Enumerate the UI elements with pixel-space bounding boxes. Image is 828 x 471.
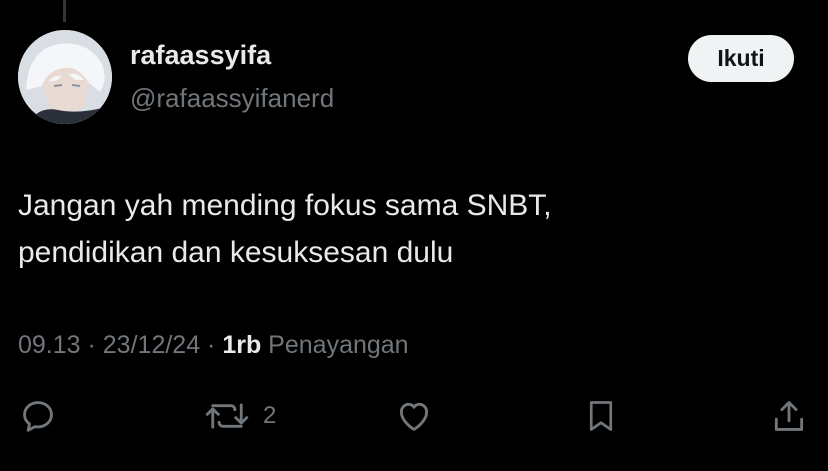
author-display-name[interactable]: rafaassyifa	[130, 40, 271, 71]
meta-separator: ·	[200, 331, 223, 359]
bookmark-icon	[589, 401, 613, 431]
follow-button[interactable]: Ikuti	[688, 35, 794, 82]
reply-button[interactable]	[19, 396, 57, 436]
reply-icon	[23, 401, 53, 432]
retweet-button[interactable]: 2	[203, 396, 276, 436]
like-button[interactable]	[394, 396, 434, 436]
meta-separator: ·	[80, 331, 103, 359]
tweet-text: Jangan yah mending fokus sama SNBT, pend…	[18, 189, 552, 269]
share-icon	[774, 401, 804, 431]
views-label: Penayangan	[261, 331, 409, 359]
share-button[interactable]	[770, 396, 808, 436]
views-count: 1rb	[222, 331, 262, 359]
heart-icon	[399, 402, 429, 431]
bookmark-button[interactable]	[583, 396, 619, 436]
retweet-count: 2	[263, 402, 277, 429]
avatar-image	[18, 30, 112, 124]
tweet-time[interactable]: 09.13	[18, 331, 81, 359]
avatar[interactable]	[18, 30, 112, 124]
tweet-meta: 09.13 · 23/12/24 · 1rb Penayangan	[18, 331, 409, 360]
retweet-icon	[205, 403, 249, 429]
author-handle[interactable]: @rafaassyifanerd	[130, 83, 334, 114]
thread-connector-line	[63, 0, 66, 22]
tweet-date[interactable]: 23/12/24	[103, 331, 200, 359]
